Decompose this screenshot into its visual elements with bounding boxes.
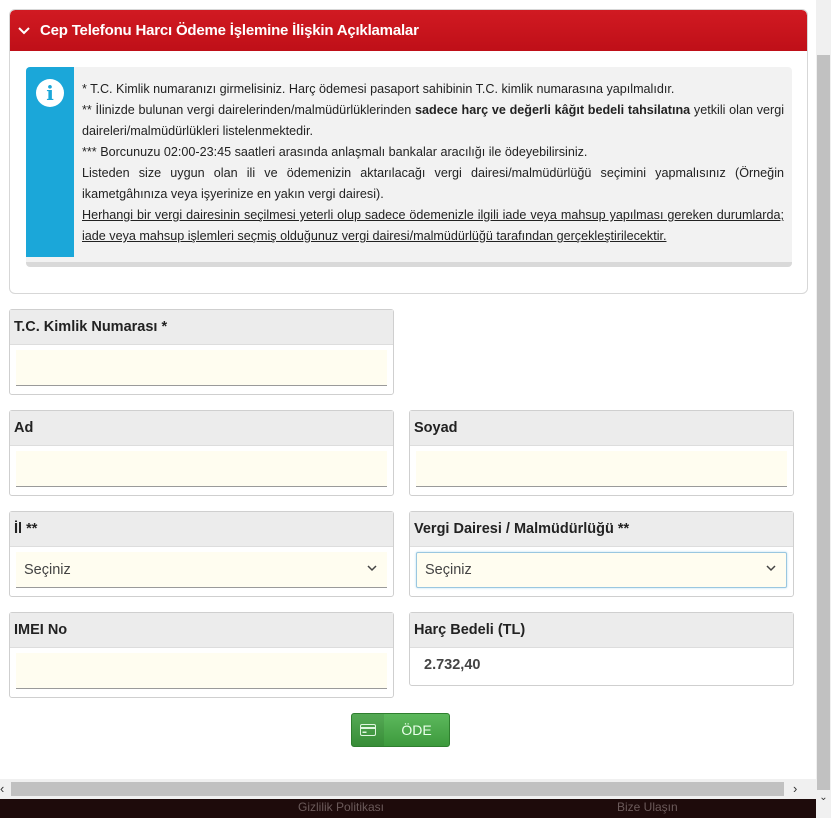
chevron-down-icon (367, 564, 379, 575)
vertical-scrollbar[interactable]: ⌄ (816, 0, 831, 818)
imei-input[interactable] (16, 653, 387, 689)
soyad-field-group: Soyad (409, 410, 794, 496)
horizontal-scrollbar[interactable]: ‹ › (0, 779, 816, 799)
vergi-select[interactable]: Seçiniz (416, 552, 787, 588)
info-alert: i * T.C. Kimlik numaranızı girmelisiniz.… (26, 67, 792, 267)
tc-label: T.C. Kimlik Numarası * (10, 310, 393, 345)
info-bar: i (26, 67, 74, 257)
imei-field-group: IMEI No (9, 612, 394, 698)
accordion-title: Cep Telefonu Harcı Ödeme İşlemine İlişki… (40, 22, 419, 39)
imei-label: IMEI No (10, 613, 393, 648)
info-icon: i (36, 79, 64, 107)
pay-button[interactable]: ÖDE (351, 713, 450, 747)
harc-label: Harç Bedeli (TL) (410, 613, 793, 648)
vergi-label: Vergi Dairesi / Malmüdürlüğü ** (410, 512, 793, 547)
vertical-scroll-thumb[interactable] (817, 55, 830, 790)
ad-label: Ad (10, 411, 393, 446)
il-selected-value: Seçiniz (24, 561, 71, 578)
ad-field-group: Ad (9, 410, 394, 496)
scroll-right-icon[interactable]: › (793, 781, 805, 797)
accordion-header[interactable]: Cep Telefonu Harcı Ödeme İşlemine İlişki… (10, 10, 807, 51)
soyad-label: Soyad (410, 411, 793, 446)
info-line-3: *** Borcunuzu 02:00-23:45 saatleri arası… (82, 145, 588, 159)
il-field-group: İl ** Seçiniz (9, 511, 394, 597)
footer-link-privacy[interactable]: Gizlilik Politikası (298, 800, 384, 814)
horizontal-scroll-thumb[interactable] (11, 782, 784, 796)
harc-value: 2.732,40 (424, 657, 481, 673)
page: Cep Telefonu Harcı Ödeme İşlemine İlişki… (0, 0, 816, 818)
info-text: * T.C. Kimlik numaranızı girmelisiniz. H… (82, 79, 784, 247)
il-select[interactable]: Seçiniz (16, 552, 387, 588)
ad-input[interactable] (16, 451, 387, 487)
chevron-down-icon (766, 565, 778, 575)
info-line-5: Herhangi bir vergi dairesinin seçilmesi … (82, 208, 784, 243)
info-line-1: * T.C. Kimlik numaranızı girmelisiniz. H… (82, 82, 675, 96)
vergi-selected-value: Seçiniz (425, 562, 472, 578)
scroll-left-icon[interactable]: ‹ (0, 781, 10, 797)
chevron-down-icon (18, 24, 32, 38)
info-line-2: ** İlinizde bulunan vergi dairelerinden/… (82, 103, 785, 138)
vergi-field-group: Vergi Dairesi / Malmüdürlüğü ** Seçiniz (409, 511, 794, 597)
tc-field-group: T.C. Kimlik Numarası * (9, 309, 394, 395)
credit-card-icon (352, 714, 384, 746)
info-accordion: Cep Telefonu Harcı Ödeme İşlemine İlişki… (9, 9, 808, 294)
footer: Gizlilik Politikası Bize Ulaşın (0, 799, 816, 818)
il-label: İl ** (10, 512, 393, 547)
footer-link-contact[interactable]: Bize Ulaşın (617, 800, 678, 814)
soyad-input[interactable] (416, 451, 787, 487)
harc-field-group: Harç Bedeli (TL) 2.732,40 (409, 612, 794, 686)
tc-input[interactable] (16, 350, 387, 386)
info-line-4: Listeden size uygun olan ili ve ödemeniz… (82, 166, 784, 201)
scroll-down-icon[interactable]: ⌄ (817, 792, 830, 806)
pay-button-label: ÖDE (401, 722, 432, 738)
